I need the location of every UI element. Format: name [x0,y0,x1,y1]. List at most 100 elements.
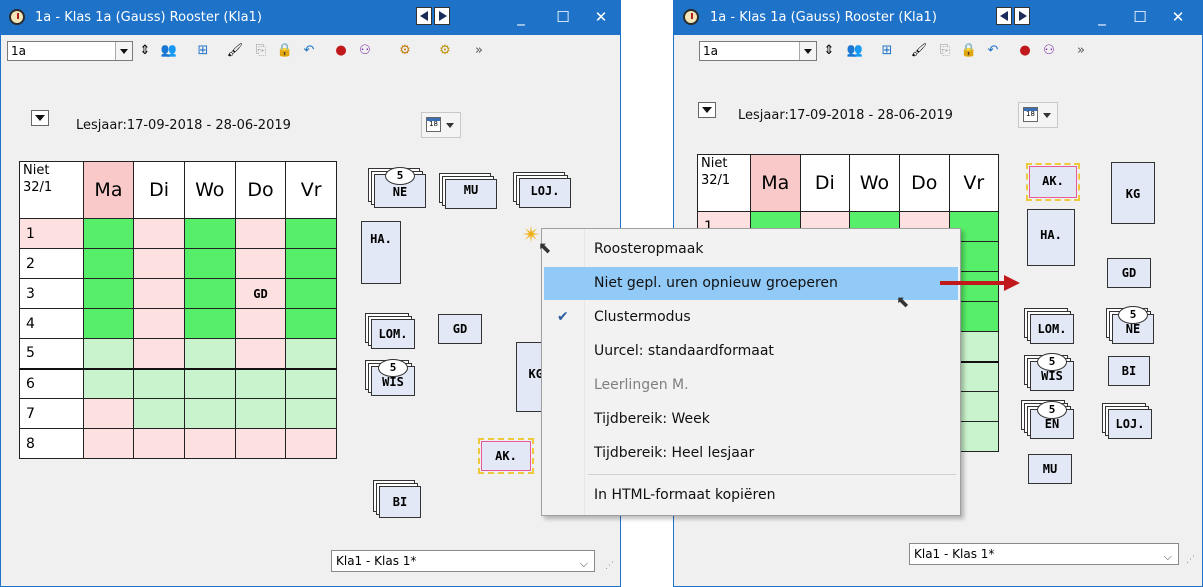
copy-icon[interactable]: ⎘ [251,41,271,61]
prev-arrow-icon[interactable] [416,7,432,25]
slot-cell[interactable] [133,368,185,399]
right-titlebar[interactable]: 1a - Klas 1a (Gauss) Rooster (Kla1) _ ☐ … [674,1,1202,35]
slot-cell[interactable] [133,428,185,459]
day-header[interactable]: Vr [285,161,337,219]
slot-cell[interactable] [285,428,337,459]
spin-icon[interactable]: ⇕ [135,41,155,61]
slot-cell[interactable] [285,338,337,369]
calendar-button[interactable]: 18 [421,112,461,138]
slot-cell[interactable] [234,398,287,429]
menu-item-tijdbereik-lesjaar[interactable]: Tijdbereik: Heel lesjaar [544,437,958,470]
slot-cell[interactable] [82,308,135,339]
people-icon[interactable]: ⚇ [1039,41,1059,61]
lesson-card-kg[interactable]: KG [1111,162,1155,224]
slot-cell[interactable] [183,248,236,279]
slot-cell[interactable] [183,368,236,399]
slot-cell[interactable] [82,278,135,309]
lesson-card-gd[interactable]: GD [1107,258,1151,288]
lock-icon[interactable]: 🔒 [275,41,295,61]
settings-dropdown-icon[interactable]: ⚙ [395,41,415,61]
day-header[interactable]: Ma [82,161,135,219]
day-header[interactable]: Wo [849,154,900,212]
lesson-card-wis[interactable]: 5 WIS [1030,353,1074,391]
gear-icon[interactable]: ⚙ [435,41,455,61]
lesson-card-gd[interactable]: GD [438,314,482,344]
lesson-card-ha[interactable]: HA. [361,221,401,284]
lesson-card-ne[interactable]: 5 NE [374,167,426,208]
day-header[interactable]: Vr [948,154,1000,212]
overflow-icon[interactable]: » [469,41,489,61]
slot-cell[interactable] [133,278,185,309]
lesson-card-wis[interactable]: 5 WIS [371,359,415,396]
lock-icon[interactable]: 🔒 [959,41,979,61]
slot-cell[interactable] [133,338,185,369]
slot-cell[interactable] [285,278,337,309]
close-button[interactable]: ✕ [591,9,611,25]
day-header[interactable]: Do [234,161,287,219]
grid-icon[interactable]: ⊞ [193,41,213,61]
search-icon[interactable]: ● [1015,41,1035,61]
class-select[interactable]: 1a [699,41,817,61]
class-select[interactable]: 1a [7,41,133,61]
resize-grip-icon[interactable]: ⋰ [605,561,615,571]
slot-cell[interactable] [133,218,185,249]
menu-item-uurcel[interactable]: Uurcel: standaardformaat [544,335,958,368]
slot-cell[interactable] [234,428,287,459]
undo-icon[interactable]: ↶ [983,41,1003,61]
slot-cell[interactable] [234,308,287,339]
lesson-card-lom[interactable]: LOM. [1030,314,1074,344]
slot-cell[interactable] [183,428,236,459]
group-icon[interactable]: 👥 [845,41,865,61]
lesson-card-mu[interactable]: MU [1028,454,1072,484]
slot-cell[interactable] [285,398,337,429]
maximize-button[interactable]: ☐ [1130,9,1150,25]
maximize-button[interactable]: ☐ [553,9,573,25]
lesson-card-mu[interactable]: MU [445,179,497,209]
lesson-card-bi[interactable]: BI [379,486,421,518]
slot-cell-gd[interactable]: GD [234,278,287,309]
slot-cell[interactable] [234,248,287,279]
left-class-status-select[interactable]: Kla1 - Klas 1* ⌵ [331,550,595,572]
day-header[interactable]: Ma [749,154,801,212]
slot-cell[interactable] [133,398,185,429]
lesson-card-ak[interactable]: AK. [1026,163,1080,201]
lesson-card-loj[interactable]: LOJ. [519,178,571,208]
day-header[interactable]: Do [898,154,950,212]
right-class-status-select[interactable]: Kla1 - Klas 1* ⌵ [909,543,1179,565]
minimize-button[interactable]: _ [1092,9,1112,25]
slot-cell[interactable] [133,308,185,339]
lesson-card-ne[interactable]: 5 NE [1112,306,1154,344]
undo-icon[interactable]: ↶ [299,41,319,61]
slot-cell[interactable] [285,248,337,279]
slot-cell[interactable] [82,398,135,429]
lesson-card-lom[interactable]: LOM. [371,319,415,349]
menu-item-tijdbereik-week[interactable]: Tijdbereik: Week [544,403,958,436]
minimize-button[interactable]: _ [511,9,531,25]
spin-icon[interactable]: ⇕ [819,41,839,61]
chevron-down-icon[interactable] [799,42,816,60]
slot-cell[interactable] [133,248,185,279]
slot-cell[interactable] [183,278,236,309]
slot-cell[interactable] [82,338,135,369]
slot-cell[interactable] [183,338,236,369]
slot-cell[interactable] [285,308,337,339]
people-icon[interactable]: ⚇ [355,41,375,61]
prev-arrow-icon[interactable] [996,7,1012,25]
lesson-card-bi[interactable]: BI [1108,356,1150,386]
slot-cell[interactable] [82,368,135,399]
slot-cell[interactable] [285,218,337,249]
chevron-down-icon[interactable] [115,42,132,60]
slot-cell[interactable] [183,218,236,249]
menu-item-roosteropmaak[interactable]: Roosteropmaak [544,233,958,266]
slot-cell[interactable] [82,218,135,249]
slot-cell[interactable] [82,428,135,459]
left-titlebar[interactable]: 1a - Klas 1a (Gauss) Rooster (Kla1) _ ☐ … [1,1,620,35]
slot-cell[interactable] [183,398,236,429]
slot-cell[interactable] [234,218,287,249]
close-button[interactable]: ✕ [1168,9,1188,25]
lesson-card-loj[interactable]: LOJ. [1108,409,1152,439]
slot-cell[interactable] [183,308,236,339]
calendar-button[interactable]: 18 [1018,102,1058,128]
day-header[interactable]: Di [799,154,851,212]
copy-icon[interactable]: ⎘ [935,41,955,61]
